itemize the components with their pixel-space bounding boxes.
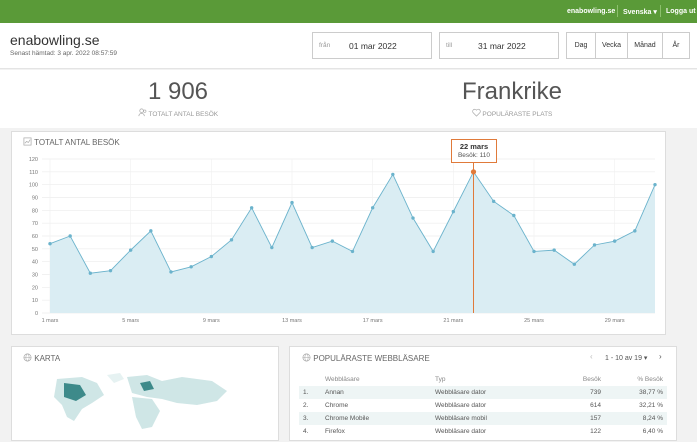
col-browser: Webbläsare [325, 376, 360, 383]
x-tick-label: 25 mars [524, 318, 544, 324]
data-point [68, 234, 72, 238]
y-tick-label: 120 [29, 157, 38, 163]
y-tick-label: 10 [32, 298, 38, 304]
col-type: Typ [435, 376, 446, 383]
data-point [653, 182, 657, 187]
browsers-panel-title: POPULÄRASTE WEBBLÄSARE [302, 353, 430, 363]
chevron-left-icon[interactable]: ‹ [590, 352, 593, 361]
table-row[interactable]: 1. Annan Webbläsare dator 739 38,77 % [299, 386, 667, 399]
browser-name: Chrome [325, 402, 349, 409]
data-point [350, 249, 355, 254]
y-tick-label: 90 [32, 196, 38, 202]
globe-icon [23, 353, 32, 362]
map-panel-title: KARTA [23, 353, 60, 363]
x-tick-label: 5 mars [122, 318, 139, 324]
x-tick-label: 17 mars [363, 318, 383, 324]
row-number: 2. [303, 402, 309, 409]
pager-select[interactable]: 1 - 10 av 19 ▾ [605, 354, 647, 362]
browsers-table: Webbläsare Typ Besök % Besök 1. Annan We… [299, 373, 667, 438]
y-tick-label: 20 [32, 285, 38, 291]
table-row[interactable]: 2. Chrome Webbläsare dator 614 32,21 % [299, 399, 667, 412]
data-point [189, 265, 193, 269]
data-point [411, 216, 415, 220]
row-number: 1. [299, 386, 321, 399]
data-point [310, 245, 314, 250]
x-tick-label: 13 mars [282, 318, 302, 324]
data-point [270, 245, 274, 250]
row-number: 3. [299, 412, 321, 425]
highlight-point [470, 169, 477, 175]
tooltip-date: 22 mars [459, 142, 489, 151]
data-point [48, 242, 52, 246]
data-point [633, 229, 637, 233]
x-tick-label: 29 mars [605, 318, 625, 324]
browser-visits: 739 [549, 386, 605, 399]
pager-text: 1 - 10 av 19 [605, 355, 642, 362]
browser-type: Webbläsare dator [431, 386, 549, 399]
y-tick-label: 80 [32, 208, 38, 214]
y-tick-label: 100 [29, 183, 38, 189]
data-point [532, 249, 536, 254]
data-point [612, 239, 617, 243]
area-fill [50, 171, 655, 313]
chevron-right-icon[interactable]: › [659, 352, 662, 361]
browser-visits: 122 [590, 428, 601, 435]
data-point [370, 206, 375, 210]
col-visits: Besök [582, 376, 601, 383]
chart-tooltip: 22 mars Besök: 110 [451, 139, 497, 163]
data-point [128, 248, 133, 252]
y-tick-label: 110 [29, 170, 38, 176]
y-tick-label: 30 [32, 273, 38, 279]
x-tick-label: 9 mars [203, 318, 220, 324]
table-header-row: Webbläsare Typ Besök % Besök [299, 373, 667, 386]
y-tick-label: 50 [32, 247, 38, 253]
data-point [491, 199, 496, 204]
data-point [149, 229, 153, 233]
browser-pct: 6,40 % [642, 428, 663, 435]
data-point [229, 238, 234, 242]
x-tick-label: 21 mars [443, 318, 463, 324]
browser-type: Webbläsare dator [435, 402, 487, 409]
data-point [249, 206, 254, 210]
data-point [552, 248, 556, 252]
browser-visits: 157 [549, 412, 605, 425]
data-point [572, 262, 577, 266]
browser-name: Annan [321, 386, 431, 399]
browser-visits: 614 [590, 402, 601, 409]
browsers-panel-title-text: POPULÄRASTE WEBBLÄSARE [313, 354, 430, 363]
x-tick-label: 1 mars [42, 318, 59, 324]
data-point [592, 243, 597, 247]
table-row[interactable]: 3. Chrome Mobile Webbläsare mobil 157 8,… [299, 412, 667, 425]
browser-name: Chrome Mobile [321, 412, 431, 425]
data-point [108, 268, 113, 273]
y-tick-label: 40 [32, 260, 38, 266]
data-point [290, 200, 294, 205]
table-row[interactable]: 4. Firefox Webbläsare dator 122 6,40 % [299, 425, 667, 438]
y-tick-label: 0 [35, 311, 38, 317]
col-pct: % Besök [637, 376, 663, 383]
browser-name: Firefox [325, 428, 345, 435]
y-tick-label: 70 [32, 221, 38, 227]
browser-pct: 32,21 % [639, 402, 663, 409]
tooltip-visits: Besök: 110 [457, 152, 491, 159]
data-point [512, 213, 516, 218]
data-point [169, 270, 173, 274]
data-point [451, 209, 456, 214]
browser-pct: 8,24 % [605, 412, 667, 425]
browser-type: Webbläsare dator [435, 428, 487, 435]
data-point [209, 254, 214, 259]
data-point [330, 239, 335, 243]
y-tick-label: 60 [32, 234, 38, 240]
map-panel-title-text: KARTA [34, 354, 61, 363]
browser-pct: 38,77 % [605, 386, 667, 399]
data-point [88, 271, 93, 275]
data-point [431, 249, 435, 254]
row-number: 4. [303, 428, 309, 435]
chevron-down-icon: ▾ [643, 355, 648, 362]
globe-icon [302, 353, 311, 362]
browser-type: Webbläsare mobil [431, 412, 549, 425]
data-point [391, 172, 395, 177]
